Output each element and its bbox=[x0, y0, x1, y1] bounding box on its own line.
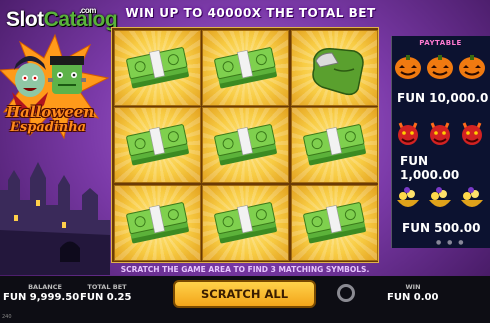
autoplay-icon[interactable] bbox=[337, 284, 355, 302]
paytable-title: PAYTABLE bbox=[419, 39, 462, 47]
game-logo-line-1: Halloween bbox=[6, 103, 95, 121]
balance-value: FUN 9,999.50 bbox=[3, 292, 80, 303]
pumpkin-symbol-icon bbox=[395, 55, 485, 79]
total-bet-value: FUN 0.25 bbox=[80, 292, 132, 303]
win-value: FUN 0.00 bbox=[387, 292, 439, 303]
watermark-part-3: .com bbox=[79, 6, 96, 15]
balance-label: BALANCE bbox=[28, 283, 62, 291]
scratch-board[interactable] bbox=[111, 27, 379, 263]
instruction-text: SCRATCH THE GAME AREA TO FIND 3 MATCHING… bbox=[120, 265, 370, 274]
total-bet-label: TOTAL BET bbox=[87, 283, 127, 291]
watermark-part-1: Slot bbox=[6, 8, 44, 31]
scratch-all-button[interactable]: SCRATCH ALL bbox=[173, 280, 316, 308]
corner-text: 240 bbox=[2, 314, 12, 320]
paytable-value-devil: FUN 1,000.00 bbox=[400, 154, 460, 182]
win-label: WIN bbox=[405, 283, 421, 291]
scratch-cell[interactable] bbox=[202, 29, 289, 106]
scratch-cell[interactable] bbox=[202, 107, 289, 183]
headline: WIN UP TO 40000X THE TOTAL BET bbox=[125, 6, 376, 20]
scratch-cell[interactable] bbox=[113, 107, 201, 183]
game-artwork bbox=[0, 33, 110, 275]
paytable-value-pumpkin: FUN 10,000.0 bbox=[397, 91, 489, 105]
scratch-cell[interactable] bbox=[290, 107, 378, 183]
scratch-cell[interactable] bbox=[290, 29, 378, 106]
scratch-cell[interactable] bbox=[113, 184, 201, 261]
paytable-page-dots[interactable]: ● ● ● bbox=[436, 239, 466, 246]
watermark-logo: SlotCatalog.com bbox=[6, 6, 118, 32]
scratch-cell[interactable] bbox=[113, 29, 201, 106]
devil-symbol-icon bbox=[398, 122, 482, 145]
gold-symbol-icon bbox=[397, 187, 483, 207]
scratch-cell[interactable] bbox=[290, 184, 378, 261]
game-logo-line-2: Espadinha bbox=[10, 120, 87, 135]
scratch-cell[interactable] bbox=[202, 184, 289, 261]
paytable-value-gold: FUN 500.00 bbox=[402, 221, 481, 235]
